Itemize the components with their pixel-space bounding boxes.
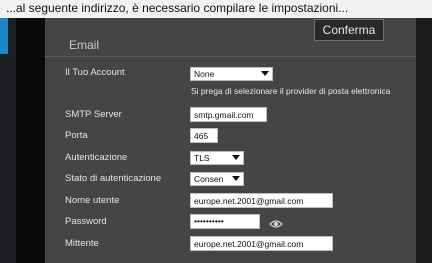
smtp-label: SMTP Server xyxy=(65,109,122,120)
account-select-value: None xyxy=(194,69,215,79)
password-input[interactable]: •••••••••• xyxy=(190,214,260,229)
top-caption-bar: ...al seguente indirizzo, è necessario c… xyxy=(0,0,432,18)
auth-label: Autenticazione xyxy=(65,152,128,163)
account-select[interactable]: None xyxy=(190,67,273,81)
password-label: Password xyxy=(65,216,107,227)
auth-state-select[interactable]: Consen xyxy=(190,172,244,186)
account-label: Il Tuo Account xyxy=(65,67,125,78)
port-label: Porta xyxy=(65,130,88,141)
account-hint: Si prega di selezionare il provider di p… xyxy=(191,86,391,96)
chevron-down-icon xyxy=(261,71,269,76)
panel-title: Email xyxy=(69,38,100,52)
username-input[interactable] xyxy=(190,193,333,208)
port-input[interactable] xyxy=(190,128,218,143)
confirm-button[interactable]: Conferma xyxy=(314,19,384,41)
password-value: •••••••••• xyxy=(194,216,224,226)
right-edge xyxy=(416,18,432,263)
smtp-server-input[interactable] xyxy=(190,107,267,122)
top-caption-text: ...al seguente indirizzo, è necessario c… xyxy=(6,1,349,15)
auth-select[interactable]: TLS xyxy=(190,151,244,165)
chevron-down-icon xyxy=(232,155,240,160)
sender-input[interactable] xyxy=(190,236,333,251)
username-label: Nome utente xyxy=(65,195,120,206)
email-settings-panel: Email Il Tuo Account None Si prega di se… xyxy=(45,18,416,263)
auth-state-select-value: Consen xyxy=(194,174,224,184)
chevron-down-icon xyxy=(232,176,240,181)
eye-icon[interactable] xyxy=(269,219,283,229)
sender-label: Mittente xyxy=(65,238,99,249)
left-edge xyxy=(0,18,16,263)
auth-select-value: TLS xyxy=(194,153,210,163)
auth-state-label: Stato di autenticazione xyxy=(65,173,162,184)
left-accent-bar xyxy=(0,18,8,54)
